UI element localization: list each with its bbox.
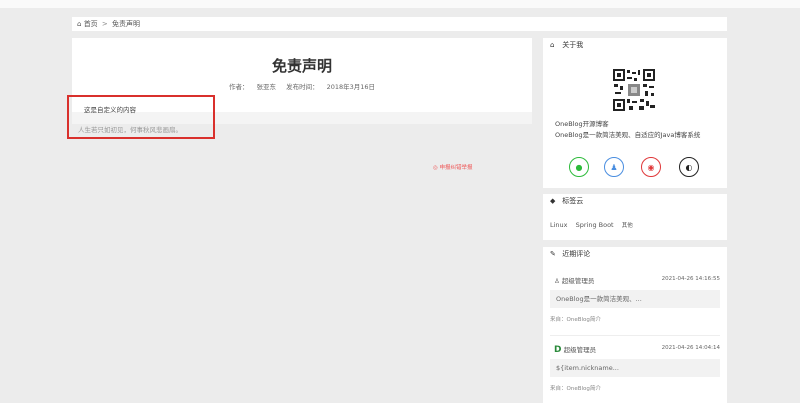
breadcrumb-home-link[interactable]: 首页 [84,20,98,28]
github-icon[interactable]: ◐ [679,157,699,177]
user-icon: ♙ [554,277,560,285]
comment-user[interactable]: D 超级管理员 [554,344,596,355]
publish-info: 发布时间： 2018年3月16日 [286,83,376,91]
comment-divider [550,335,720,336]
comment-body[interactable]: OneBlog是一款简洁美观、... [550,290,720,308]
comment-source[interactable]: 来自：OneBlog简介 [550,384,601,392]
breadcrumb: ⌂ 首页 > 免责声明 [72,17,727,31]
recent-comments-header: ✎ 近期评论 [543,247,727,261]
tag-cloud-header: ◆ 标签云 [543,194,727,208]
comment-source[interactable]: 来自：OneBlog简介 [550,315,601,323]
tag-cloud-panel: ◆ 标签云 Linux Spring Boot 其他 [543,194,727,240]
about-line2: OneBlog是一款简洁美观、自适应的Java博客系统 [555,131,701,139]
comment-body[interactable]: ${item.nickname... [550,359,720,377]
tag-cloud-title: 标签云 [562,197,584,205]
recent-comments-panel: ✎ 近期评论 ♙ 超级管理员 2021-04-26 14:16:55 OneBl… [543,247,727,403]
recent-comments-title: 近期评论 [562,250,591,258]
article-meta: 作者： 张亚东 发布时间： 2018年3月16日 [72,81,532,91]
qq-icon[interactable]: ♟ [604,157,624,177]
weibo-icon[interactable]: ◉ [641,157,661,177]
breadcrumb-separator: > [101,20,108,28]
qr-code-image [612,68,656,112]
comments-icon: ✎ [550,250,556,258]
about-line1: OneBlog开源博客 [555,120,609,128]
wechat-icon[interactable]: ● [569,157,589,177]
report-link[interactable]: ◎ 申报纠错举报 [433,163,473,171]
tag-item[interactable]: 其他 [622,223,633,229]
author-name[interactable]: 张亚东 [256,83,276,91]
comment-user[interactable]: ♙ 超级管理员 [554,275,594,285]
d-avatar-icon: D [554,345,562,355]
highlight-box [67,95,215,139]
tag-icon: ◆ [550,197,556,205]
publish-date: 2018年3月16日 [326,83,376,91]
comment-time: 2021-04-26 14:16:55 [661,276,720,282]
breadcrumb-current: 免责声明 [112,20,141,28]
tag-item[interactable]: Spring Boot [576,221,614,229]
about-header: ⌂ 关于我 [543,38,727,52]
author-info: 作者： 张亚东 [228,83,276,91]
comment-time: 2021-04-26 14:04:14 [661,345,720,351]
about-title: 关于我 [562,41,584,49]
top-navbar [0,0,800,8]
tag-list: Linux Spring Boot 其他 [550,221,639,229]
tag-item[interactable]: Linux [550,221,568,229]
home-icon: ⌂ [77,20,82,28]
home-icon: ⌂ [550,41,555,49]
article-title: 免责声明 [271,57,332,75]
